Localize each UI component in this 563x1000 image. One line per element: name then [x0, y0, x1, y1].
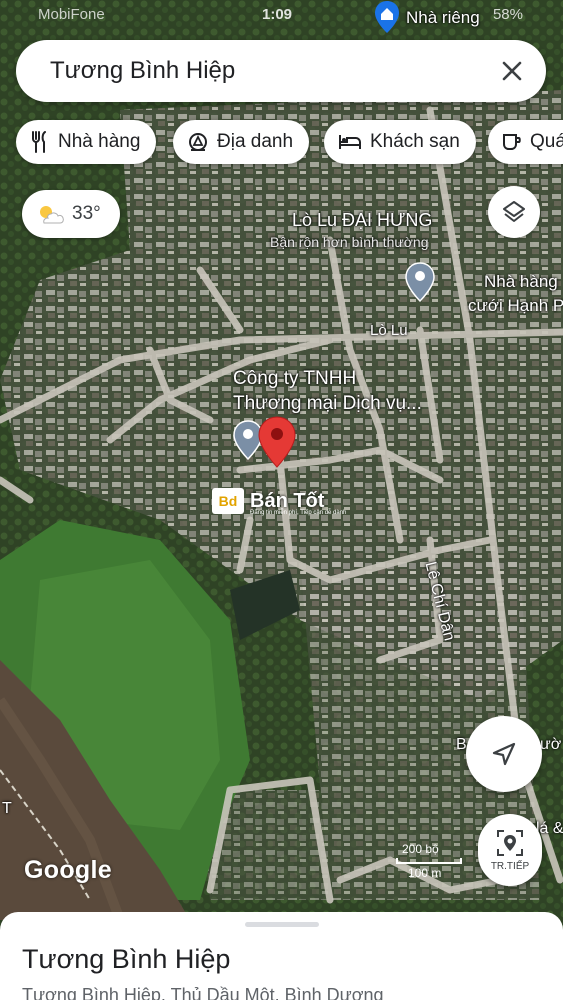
status-bar: MobiFone 1:09 58% — [0, 0, 563, 30]
chip-label: Khách sạn — [370, 131, 460, 152]
battery-level: 58% — [492, 6, 523, 23]
watermark: Bd Bán Tốt Đăng tin miễn phí, Tiếp cận d… — [212, 486, 346, 516]
watermark-logo: Bd — [212, 488, 244, 514]
red-pin-icon — [258, 416, 296, 468]
landmark-icon — [189, 133, 207, 151]
place-bottom-sheet[interactable]: Tương Bình Hiệp Tương Bình Hiệp, Thủ Dầu… — [0, 912, 563, 1000]
place-address: Tương Bình Hiệp, Thủ Dầu Một, Bình Dương — [22, 985, 384, 1000]
map-edge-label-4: T — [2, 800, 12, 817]
search-bar[interactable]: Tương Bình Hiệp — [16, 40, 546, 102]
chip-label: Nhà hàng — [58, 131, 141, 152]
poi-name-restaurant-line1[interactable]: Nhà hàng — [484, 272, 558, 292]
layers-button[interactable] — [488, 186, 540, 238]
directions-pin-icon — [497, 829, 523, 856]
road-label-lo-lu: Lò Lu — [370, 322, 408, 339]
scale-feet: 200 bộ — [402, 842, 439, 856]
poi-name-lo-lu-dai-hung[interactable]: Lò Lu ĐẠI HƯNG — [292, 210, 432, 231]
scale-meters: 100 m — [408, 866, 442, 880]
close-icon — [502, 61, 522, 81]
selected-location-pin[interactable] — [258, 416, 296, 473]
chip-hotels[interactable]: Khách sạn — [324, 120, 476, 164]
chip-label: Địa danh — [217, 131, 294, 152]
clock: 1:09 — [262, 6, 293, 23]
layers-icon — [503, 201, 525, 222]
poi-pin-lo-lu[interactable] — [405, 262, 435, 307]
coffee-icon — [503, 134, 521, 150]
directions-label: TR.TIẾP — [490, 860, 530, 872]
scale-bar — [396, 858, 462, 864]
partly-cloudy-icon — [40, 206, 64, 224]
close-search-button[interactable] — [492, 51, 532, 91]
map-pin-icon — [405, 262, 435, 303]
poi-status: Bận rộn hơn bình thường — [270, 234, 429, 250]
place-title: Tương Bình Hiệp — [22, 944, 231, 974]
my-location-button[interactable] — [466, 716, 542, 792]
map-edge-label-2: ườ — [540, 736, 562, 753]
company-label-line2[interactable]: Thương mại Dịch vụ... — [233, 393, 422, 415]
directions-button[interactable]: TR.TIẾP — [478, 814, 542, 886]
company-label-line1[interactable]: Công ty TNHH — [233, 368, 356, 390]
chip-landmarks[interactable]: Địa danh — [173, 120, 310, 164]
carrier-name: MobiFone — [38, 6, 105, 23]
map-scale: 200 bộ 100 m — [396, 840, 466, 888]
chip-label: Quá — [530, 131, 563, 152]
chip-cafes[interactable]: Quá — [488, 120, 563, 164]
sheet-drag-handle[interactable] — [245, 922, 319, 927]
google-attribution: Google — [24, 856, 112, 884]
navigation-arrow-icon — [492, 742, 516, 766]
hotel-icon — [339, 135, 361, 149]
poi-name-restaurant-line2[interactable]: cưới Hạnh P — [468, 296, 563, 316]
temperature: 33° — [72, 203, 101, 224]
weather-chip[interactable]: 33° — [22, 190, 120, 238]
watermark-tagline: Đăng tin miễn phí, Tiếp cận dễ dành — [250, 510, 347, 516]
chip-restaurants[interactable]: Nhà hàng — [16, 120, 157, 164]
search-query[interactable]: Tương Bình Hiệp — [50, 57, 235, 85]
restaurant-icon — [32, 131, 46, 153]
